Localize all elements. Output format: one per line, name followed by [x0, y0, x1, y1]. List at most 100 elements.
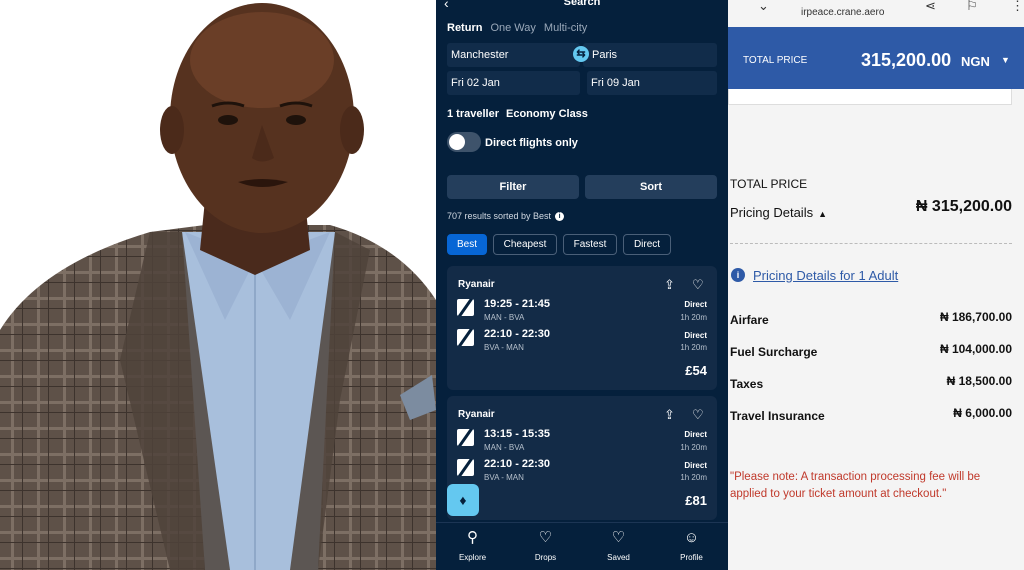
flight-price: £81	[685, 493, 707, 508]
nav-label: Saved	[607, 553, 630, 562]
tab-one-way[interactable]: One Way	[490, 22, 535, 34]
origin-field[interactable]: Manchester	[447, 43, 580, 67]
results-count: 707 results sorted by Best	[447, 211, 552, 221]
divider	[730, 243, 1012, 244]
total-bar-amount: 315,200.00	[861, 50, 952, 70]
chip-direct[interactable]: Direct	[623, 234, 671, 255]
leg-route: BVA - MAN	[484, 473, 524, 482]
price-row-label: Fuel Surcharge	[730, 345, 818, 359]
leg-time: 13:15 - 15:35	[484, 428, 551, 440]
destination-field[interactable]: Paris	[583, 43, 717, 67]
bell-icon[interactable]: ♦	[447, 484, 479, 516]
info-icon: i	[731, 268, 745, 282]
leg-time: 22:10 - 22:30	[484, 328, 551, 340]
travellers-selector[interactable]: 1 traveller	[447, 108, 499, 120]
search-icon: ⚲	[467, 529, 478, 546]
airline-logo-icon	[457, 299, 474, 316]
chip-fastest[interactable]: Fastest	[563, 234, 617, 255]
sort-button[interactable]: Sort	[585, 175, 717, 199]
airline-logo-icon	[457, 459, 474, 476]
leg-time: 22:10 - 22:30	[484, 458, 551, 470]
flight-card[interactable]: Ryanair ⇪ ♡ 13:15 - 15:35 MAN - BVA Dire…	[447, 396, 717, 520]
trip-type-tabs: Return One Way Multi-city	[447, 22, 587, 34]
caret-down-icon[interactable]: ▼	[1001, 55, 1010, 65]
nav-saved[interactable]: ♡ Saved	[582, 523, 655, 570]
leg-stops: Direct	[684, 300, 707, 309]
toggle-knob	[449, 134, 465, 150]
price-row-value: ₦ 104,000.00	[939, 342, 1012, 356]
share-icon[interactable]: ⋖	[925, 0, 936, 14]
nav-label: Drops	[534, 553, 557, 562]
leg-stops: Direct	[684, 331, 707, 340]
price-row-value: ₦ 186,700.00	[939, 310, 1012, 324]
leg-stops: Direct	[684, 430, 707, 439]
chip-cheapest[interactable]: Cheapest	[493, 234, 557, 255]
share-icon[interactable]: ⇪	[664, 407, 675, 423]
chevron-down-icon[interactable]: ⌄	[758, 0, 769, 14]
processing-fee-note: "Please note: A transaction processing f…	[730, 471, 981, 500]
pricing-details-toggle[interactable]: Pricing Details ▲	[730, 205, 827, 220]
total-price-bar[interactable]: TOTAL PRICE 315,200.00 NGN ▼	[728, 27, 1024, 89]
airline-name: Ryanair	[458, 409, 495, 420]
price-row-label: Taxes	[730, 377, 764, 391]
man-in-suit-illustration	[0, 3, 436, 570]
leg-duration: 1h 20m	[680, 343, 707, 352]
leg-route: BVA - MAN	[484, 343, 524, 352]
airline-logo-icon	[457, 329, 474, 346]
leg-duration: 1h 20m	[680, 473, 707, 482]
total-price-heading: TOTAL PRICE	[730, 177, 808, 191]
share-icon[interactable]: ⇪	[664, 277, 675, 293]
leg-route: MAN - BVA	[484, 443, 525, 452]
direct-flights-toggle[interactable]	[447, 132, 481, 152]
swap-icon[interactable]: ⇆	[573, 46, 589, 62]
pricing-details-link[interactable]: Pricing Details for 1 Adult	[753, 268, 898, 283]
cabin-class-selector[interactable]: Economy Class	[506, 108, 588, 120]
bookmark-icon[interactable]: ⚐	[966, 0, 978, 14]
total-bar-label: TOTAL PRICE	[743, 55, 808, 66]
price-row-label: Airfare	[730, 313, 769, 327]
leg-duration: 1h 20m	[680, 313, 707, 322]
pricing-details-label: Pricing Details	[730, 205, 814, 220]
flight-card[interactable]: Ryanair ⇪ ♡ 19:25 - 21:45 MAN - BVA Dire…	[447, 266, 717, 390]
flight-search-app: ‹ Search Return One Way Multi-city Manch…	[436, 0, 728, 570]
screen-title: Search	[563, 0, 601, 8]
caret-up-icon: ▲	[818, 209, 828, 219]
nav-label: Profile	[680, 553, 703, 562]
chip-best[interactable]: Best	[447, 234, 487, 255]
tab-multi-city[interactable]: Multi-city	[544, 22, 587, 34]
depart-date-field[interactable]: Fri 02 Jan	[447, 71, 580, 95]
leg-stops: Direct	[684, 461, 707, 470]
price-row-value: ₦ 18,500.00	[946, 374, 1012, 388]
nav-drops[interactable]: ♡ Drops	[509, 523, 582, 570]
address-bar-url[interactable]: irpeace.crane.aero	[801, 7, 884, 18]
heart-icon[interactable]: ♡	[692, 407, 704, 423]
airline-name: Ryanair	[458, 279, 495, 290]
heart-icon[interactable]: ♡	[692, 277, 704, 293]
more-menu-icon[interactable]: ⋮	[1011, 0, 1024, 14]
divider	[728, 89, 1012, 105]
filter-button[interactable]: Filter	[447, 175, 579, 199]
return-date-field[interactable]: Fri 09 Jan	[587, 71, 717, 95]
nav-label: Explore	[458, 553, 487, 562]
total-bar-currency: NGN	[961, 54, 990, 69]
flight-price: £54	[685, 363, 707, 378]
total-price-amount: ₦ 315,200.00	[915, 198, 1012, 215]
person-photo	[0, 0, 436, 570]
direct-flights-label: Direct flights only	[485, 137, 578, 149]
results-summary: 707 results sorted by Best i	[447, 211, 565, 221]
tab-return[interactable]: Return	[447, 22, 482, 34]
leg-duration: 1h 20m	[680, 443, 707, 452]
info-icon[interactable]: i	[555, 211, 565, 221]
airline-pricing-page: ⌄ irpeace.crane.aero ⋖ ⚐ ⋮ TOTAL PRICE 3…	[728, 0, 1024, 570]
bottom-navigation: ⚲ Explore ♡ Drops ♡ Saved ☺ Profile	[436, 522, 728, 570]
price-row-value: ₦ 6,000.00	[953, 406, 1012, 420]
nav-profile[interactable]: ☺ Profile	[655, 523, 728, 570]
heart-icon: ♡	[611, 529, 626, 546]
drops-icon: ♡	[538, 529, 553, 546]
leg-route: MAN - BVA	[484, 313, 525, 322]
nav-explore[interactable]: ⚲ Explore	[436, 523, 509, 570]
leg-time: 19:25 - 21:45	[484, 298, 551, 310]
price-row-label: Travel Insurance	[730, 409, 825, 423]
profile-icon: ☺	[683, 529, 700, 546]
airline-logo-icon	[457, 429, 474, 446]
